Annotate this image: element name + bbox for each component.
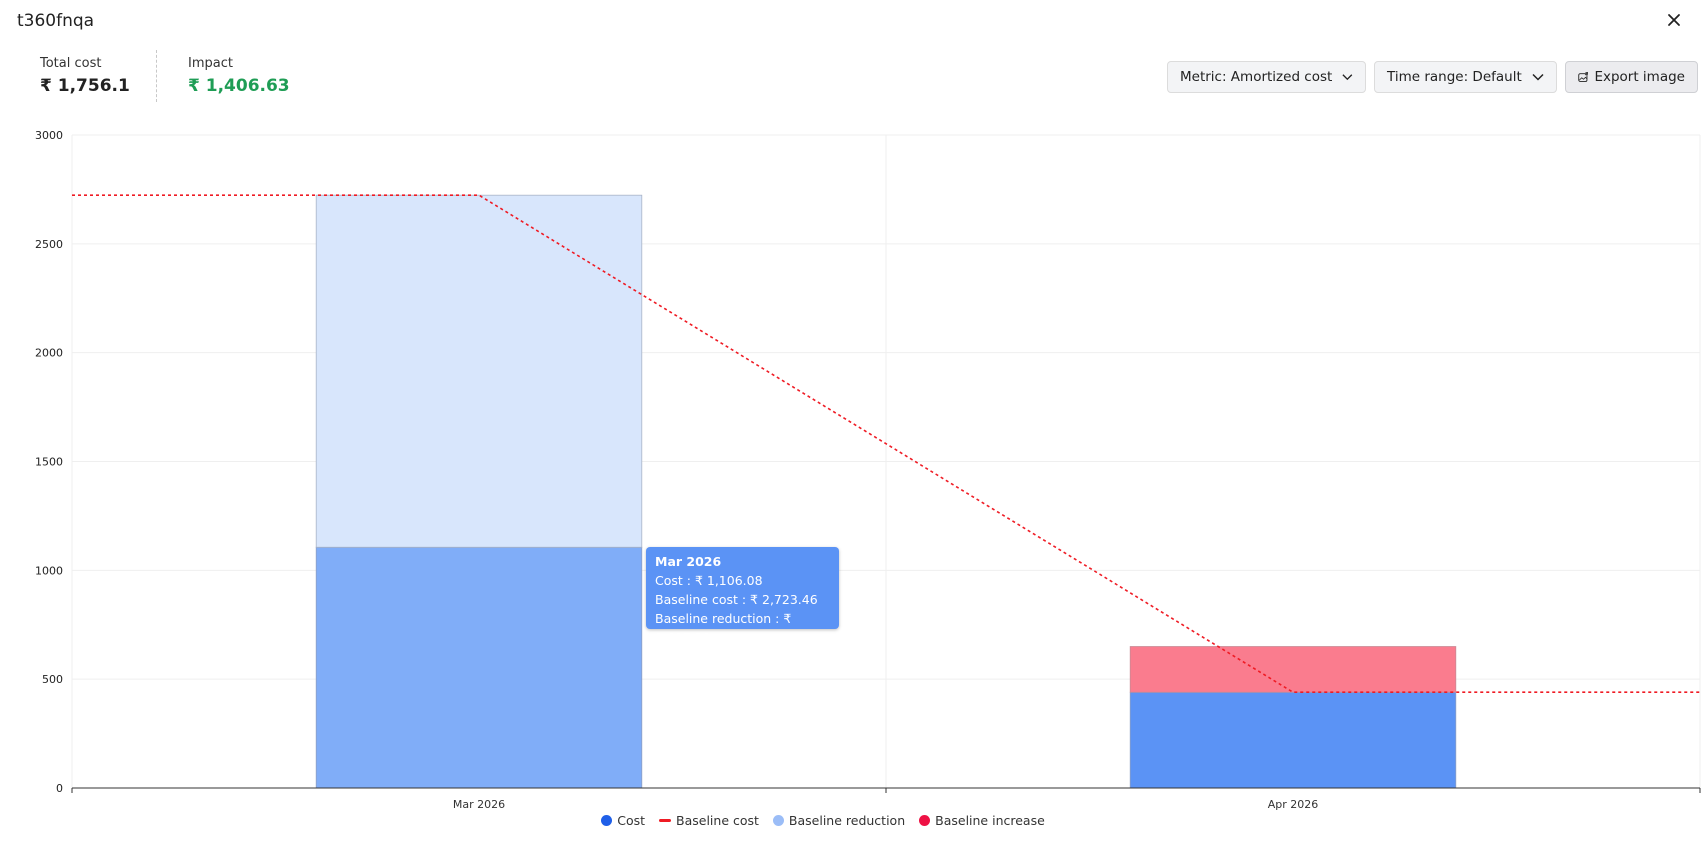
legend-item-cost[interactable]: Cost xyxy=(601,813,645,828)
x-tick-label: Apr 2026 xyxy=(1268,798,1319,811)
y-tick-label: 3000 xyxy=(35,129,63,142)
y-tick-label: 2500 xyxy=(35,238,63,251)
tooltip-baseline-reduction: Baseline reduction : ₹ 1,617.38 xyxy=(655,611,792,645)
legend-label-baseline-cost: Baseline cost xyxy=(676,813,759,828)
y-tick-label: 0 xyxy=(56,782,63,795)
legend-swatch-cost xyxy=(601,815,613,826)
bar-cost xyxy=(315,546,643,789)
tooltip-title: Mar 2026 xyxy=(655,554,722,569)
legend-label-cost: Cost xyxy=(617,813,646,828)
tooltip-baseline-cost: Baseline cost : ₹ 2,723.46 xyxy=(655,592,818,607)
legend-swatch-baseline-cost xyxy=(659,819,672,822)
y-tick-label: 500 xyxy=(42,673,63,686)
tooltip-cost: Cost : ₹ 1,106.08 xyxy=(655,573,763,588)
legend-item-baseline-cost[interactable]: Baseline cost xyxy=(659,813,759,828)
bar-baseline-reduction xyxy=(315,194,643,548)
legend-label-baseline-reduction: Baseline reduction xyxy=(788,813,906,828)
legend-swatch-baseline-reduction xyxy=(772,815,784,826)
bar-baseline-increase xyxy=(1129,646,1457,693)
y-tick-label: 1500 xyxy=(35,456,63,469)
cost-chart: 0 500 1000 1500 2000 2500 3000 Mar 2026 Apr 2026 xyxy=(35,129,1701,811)
chart-tooltip: Mar 2026 Cost : ₹ 1,106.08 Baseline cost… xyxy=(646,547,839,645)
y-tick-label: 1000 xyxy=(35,564,63,577)
x-tick-label: Mar 2026 xyxy=(453,798,505,811)
y-tick-label: 2000 xyxy=(35,347,63,360)
legend-item-baseline-reduction[interactable]: Baseline reduction xyxy=(772,813,906,828)
chart-legend: Cost Baseline cost Baseline reduction Ba… xyxy=(0,813,1676,828)
legend-label-baseline-increase: Baseline increase xyxy=(935,813,1045,828)
legend-swatch-baseline-increase xyxy=(919,815,931,826)
bar-cost xyxy=(1129,691,1457,789)
legend-item-baseline-increase[interactable]: Baseline increase xyxy=(919,813,1045,828)
